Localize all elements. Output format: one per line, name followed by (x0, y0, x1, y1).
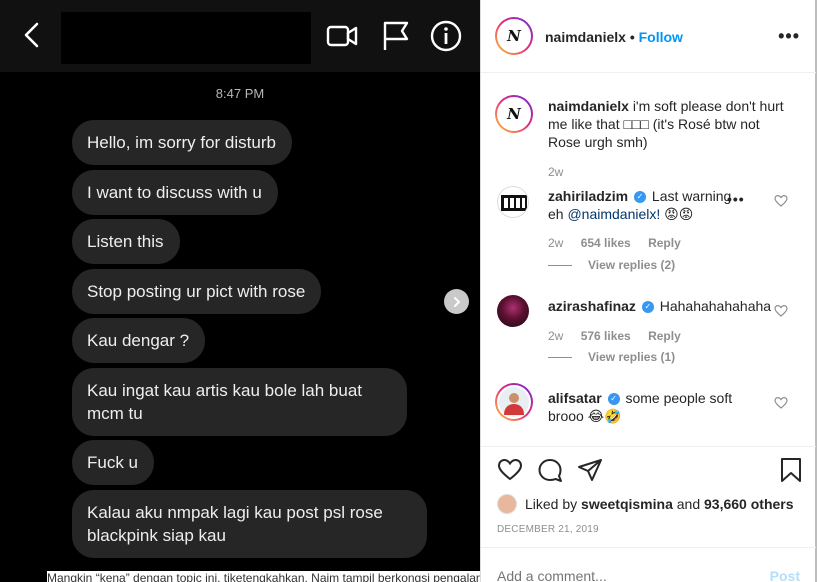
post-comment-button[interactable]: Post (770, 568, 800, 582)
person-photo-icon (504, 393, 524, 415)
logo-n: N (507, 27, 521, 45)
caption-username[interactable]: naimdanielx (548, 98, 629, 114)
commenter-avatar[interactable] (497, 295, 529, 327)
like-comment-heart-icon[interactable] (774, 396, 788, 410)
comment-more-icon[interactable]: ••• (727, 191, 745, 207)
view-replies-label: View replies (2) (588, 258, 676, 272)
message-bubble: Kau dengar ? (72, 318, 206, 363)
reply-button[interactable]: Reply (648, 236, 681, 250)
add-comment-input[interactable] (497, 568, 747, 582)
caption-age: 2w (548, 165, 564, 179)
commenter-avatar[interactable] (495, 383, 533, 421)
reply-button[interactable]: Reply (648, 329, 681, 343)
replies-line (548, 265, 572, 267)
comment-emoji: 😡😡 (664, 206, 694, 222)
post-sidebar: N naimdanielx • Follow ••• N naimdanielx… (480, 0, 817, 582)
save-bookmark-icon[interactable] (778, 457, 804, 483)
likes-summary: Liked by sweetqismina and 93,660 others (497, 494, 794, 514)
back-arrow-icon (24, 22, 39, 48)
commenter-logo-icon (501, 195, 527, 211)
message-bubble: Hello, im sorry for disturb (72, 120, 292, 165)
like-heart-icon[interactable] (497, 457, 523, 483)
avatar[interactable]: N (495, 17, 533, 55)
comment-username[interactable]: alifsatar (548, 390, 602, 406)
follow-button[interactable]: Follow (639, 29, 683, 45)
likes-others[interactable]: 93,660 others (704, 496, 794, 512)
comment-likes[interactable]: 576 likes (581, 329, 631, 343)
verified-badge-icon: ✓ (641, 301, 654, 314)
more-options-icon[interactable]: ••• (778, 26, 800, 47)
replies-line (548, 357, 572, 359)
share-paper-plane-icon[interactable] (577, 457, 603, 483)
verified-badge-icon: ✓ (634, 191, 647, 204)
message-bubble: Stop posting ur pict with rose (72, 268, 322, 314)
message-timestamp: 8:47 PM (215, 86, 265, 101)
comment-meta: 2w 654 likes Reply (548, 236, 695, 250)
commenter-avatar[interactable] (497, 186, 529, 218)
like-comment-heart-icon[interactable] (774, 194, 788, 208)
add-comment-bar: Post (481, 547, 816, 582)
comment-age: 2w (548, 329, 564, 343)
video-call-icon (326, 25, 358, 47)
post-date: DECEMBER 21, 2019 (497, 524, 599, 535)
liker-avatar[interactable] (497, 494, 517, 514)
comment-bubble-icon[interactable] (537, 457, 563, 483)
caption-meta: 2w (548, 165, 577, 179)
comment-emoji: 😂🤣 (587, 408, 622, 424)
comment-username[interactable]: azirashafinaz (548, 298, 636, 314)
caption-avatar[interactable]: N (495, 95, 533, 133)
liked-by-label: Liked by (525, 496, 578, 512)
comment-text: zahiriladzim ✓ Last warning eh @naimdani… (548, 187, 743, 223)
background-article-text: Mangkin “kena” dengan topic ini, tiketen… (47, 571, 480, 582)
likes-and: and (676, 496, 701, 512)
view-replies-label: View replies (1) (588, 350, 676, 364)
view-replies-button[interactable]: View replies (1) (548, 350, 675, 364)
post-username-row: naimdanielx • Follow (545, 29, 683, 45)
message-bubble: I want to discuss with u (72, 169, 278, 215)
comment-text: azirashafinaz ✓ Hahahahahahaha (548, 297, 788, 315)
flag-icon (383, 21, 409, 50)
message-bubble: Kau ingat kau artis kau bole lah buat mc… (72, 367, 407, 436)
comments-section: N naimdanielx i'm soft please don't hurt… (481, 73, 816, 446)
message-bubble: Kalau aku nmpak lagi kau post psl rose b… (72, 489, 427, 558)
comment-body: Hahahahahahaha (659, 298, 772, 314)
post-image: 8:47 PM Hello, im sorry for disturb I wa… (0, 0, 480, 582)
liker-username[interactable]: sweetqismina (581, 496, 673, 512)
dm-header (0, 0, 480, 72)
comment-age: 2w (548, 236, 564, 250)
message-list: Hello, im sorry for disturb I want to di… (72, 120, 442, 562)
comment-likes[interactable]: 654 likes (581, 236, 631, 250)
comment-meta: 2w 576 likes Reply (548, 329, 695, 343)
mention-link[interactable]: @naimdanielx! (567, 206, 660, 222)
post-username[interactable]: naimdanielx (545, 29, 626, 45)
chevron-right-icon (453, 296, 460, 307)
post-header: N naimdanielx • Follow ••• (481, 0, 816, 73)
info-icon (430, 20, 462, 52)
verified-badge-icon: ✓ (607, 393, 620, 406)
caption-text: naimdanielx i'm soft please don't hurt m… (548, 97, 788, 151)
next-image-button[interactable] (444, 289, 469, 314)
message-bubble: Fuck u (72, 440, 155, 485)
logo-n: N (507, 105, 521, 123)
like-comment-heart-icon[interactable] (774, 304, 788, 318)
redacted-name (61, 12, 311, 64)
post-actions: Liked by sweetqismina and 93,660 others … (481, 446, 816, 546)
separator-dot: • (629, 29, 635, 45)
message-bubble: Listen this (72, 219, 180, 264)
comment-username[interactable]: zahiriladzim (548, 188, 628, 204)
comment-text: alifsatar ✓ some people soft brooo 😂🤣 (548, 389, 738, 425)
view-replies-button[interactable]: View replies (2) (548, 258, 675, 272)
